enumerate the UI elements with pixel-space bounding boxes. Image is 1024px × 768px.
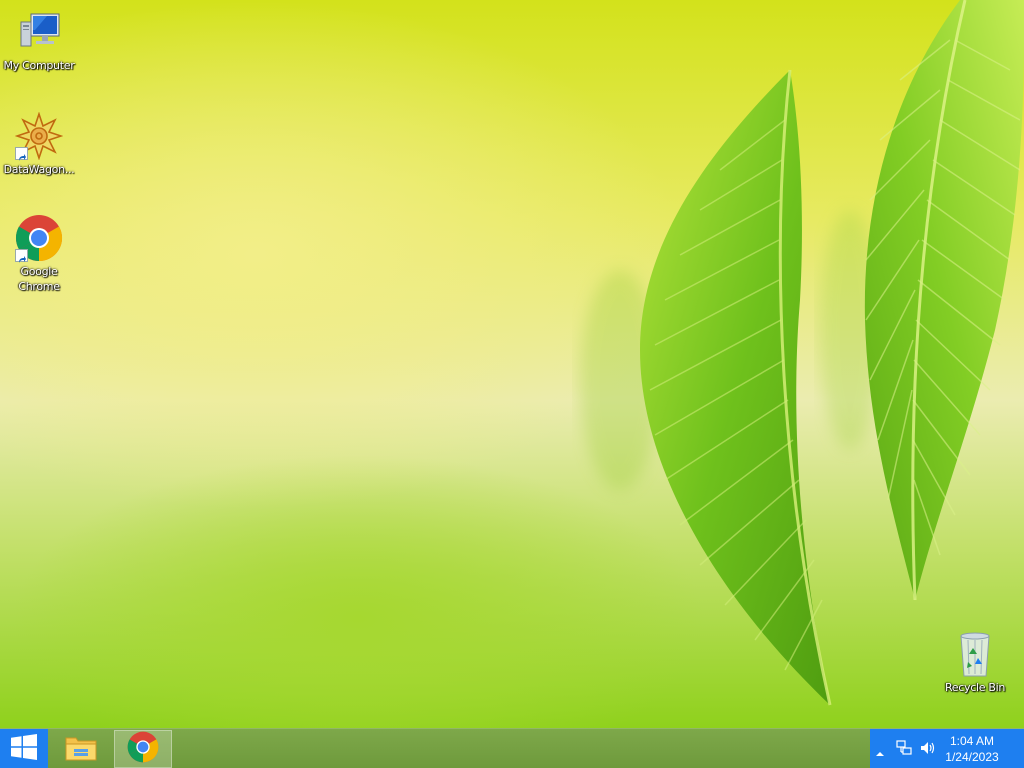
desktop-icon-my-computer[interactable]: My Computer — [0, 8, 78, 73]
start-button[interactable] — [0, 729, 48, 768]
clock-time: 1:04 AM — [949, 734, 995, 748]
network-icon[interactable] — [896, 740, 912, 760]
desktop-icon-datawagon[interactable]: DataWagon... — [0, 111, 78, 177]
desktop-icon-recycle-bin[interactable]: Recycle Bin — [936, 630, 1014, 695]
show-hidden-icons-arrow[interactable] — [876, 743, 884, 762]
file-explorer-icon — [64, 732, 98, 766]
taskbar-clock[interactable]: 1:04 AM 1/24/2023 — [932, 733, 1012, 765]
chrome-icon — [127, 731, 159, 767]
wallpaper-leaves — [580, 0, 1024, 706]
recycle-bin-icon — [951, 630, 999, 678]
desktop-icon-label: Recycle Bin — [944, 681, 1006, 694]
shortcut-arrow-icon — [15, 249, 28, 263]
desktop[interactable]: My Computer DataWagon... Google Chrome R… — [0, 0, 1024, 728]
computer-icon — [15, 8, 63, 56]
windows-logo-icon — [11, 734, 37, 764]
taskbar-file-explorer-button[interactable] — [52, 730, 110, 768]
taskbar: 1:04 AM 1/24/2023 — [0, 728, 1024, 768]
datawagon-icon — [14, 111, 64, 161]
taskbar-chrome-button[interactable] — [114, 730, 172, 768]
chrome-icon — [15, 214, 63, 263]
desktop-icon-label: Google Chrome — [18, 265, 60, 293]
system-tray: 1:04 AM 1/24/2023 — [870, 729, 1024, 768]
clock-date: 1/24/2023 — [945, 750, 999, 764]
desktop-icon-label: DataWagon... — [3, 163, 75, 176]
desktop-icon-label: My Computer — [3, 59, 75, 72]
desktop-icon-google-chrome[interactable]: Google Chrome — [0, 214, 78, 294]
shortcut-arrow-icon — [15, 147, 28, 161]
